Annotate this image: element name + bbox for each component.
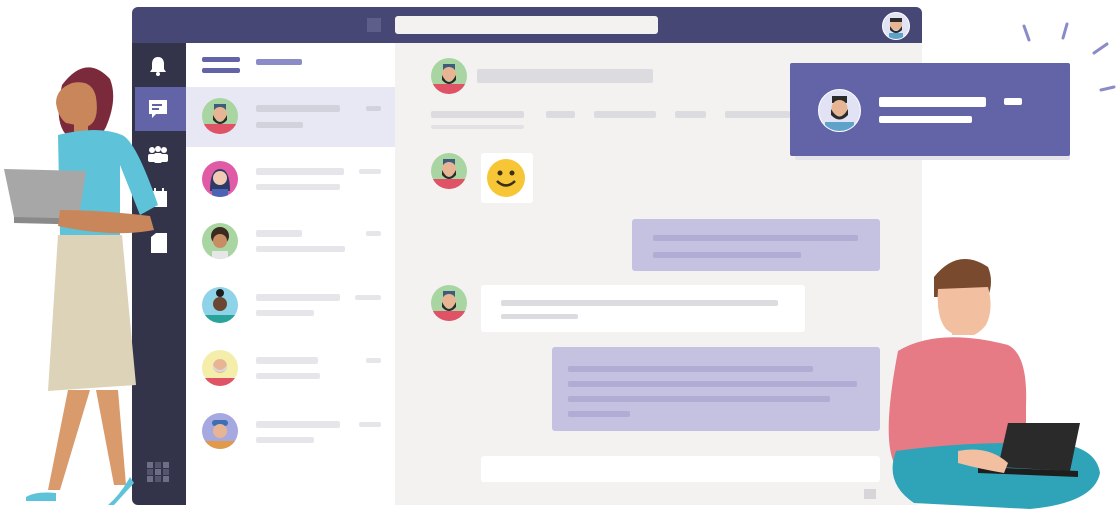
message-bubble-outgoing — [632, 219, 880, 271]
man-with-laptop-illustration — [888, 259, 1100, 509]
curly-hair-avatar — [202, 223, 238, 259]
list-header-tab-underline — [202, 68, 240, 73]
cap-man-avatar — [202, 413, 238, 449]
list-item-preview — [256, 246, 345, 252]
message-text-line — [501, 314, 578, 319]
list-item-preview — [256, 310, 314, 316]
message-bubble-incoming — [481, 285, 805, 332]
list-item-time — [366, 106, 381, 111]
notification-time — [1004, 98, 1022, 105]
list-item-preview — [256, 184, 340, 190]
list-item-name — [256, 357, 318, 364]
send-icon[interactable] — [864, 489, 876, 499]
tab-item[interactable] — [725, 111, 790, 118]
compose-message-input[interactable] — [481, 456, 880, 482]
profile-avatar[interactable] — [882, 12, 910, 40]
message-text-line — [653, 252, 801, 258]
list-item-name — [256, 168, 344, 175]
message-text-line — [568, 396, 830, 402]
list-item-name — [256, 421, 340, 428]
nav-arrows-icon[interactable] — [367, 18, 381, 32]
conversation-title — [477, 69, 653, 83]
message-text-line — [653, 235, 858, 241]
list-item-preview — [256, 373, 320, 379]
list-item-time — [355, 295, 381, 300]
list-item-time — [359, 422, 381, 427]
message-avatar — [431, 285, 467, 321]
woman-with-laptop-illustration — [4, 67, 158, 505]
tab-item[interactable] — [594, 111, 656, 118]
smiley-emoji-icon — [486, 158, 526, 198]
list-item-name — [256, 294, 340, 301]
message-text-line — [568, 381, 857, 387]
woman-avatar-bun — [202, 287, 238, 323]
bearded-man-avatar — [202, 98, 238, 134]
conversation-header-avatar — [431, 58, 467, 94]
message-text-line — [568, 411, 630, 417]
list-item-preview — [256, 437, 314, 443]
list-item-name — [256, 230, 302, 237]
list-item-time — [366, 231, 381, 236]
notification-preview — [879, 116, 972, 123]
list-item-name — [256, 105, 340, 112]
tab-files[interactable] — [546, 111, 575, 118]
notification-avatar — [818, 89, 861, 132]
list-item-preview — [256, 122, 303, 128]
list-header-tab-active[interactable] — [202, 57, 240, 62]
message-text-line — [501, 300, 778, 306]
list-item-time — [366, 358, 381, 363]
message-text-line — [568, 366, 813, 372]
tab-chat[interactable] — [431, 111, 524, 118]
tab-item[interactable] — [675, 111, 706, 118]
message-bubble-outgoing — [552, 347, 880, 431]
tab-underline — [431, 125, 524, 129]
search-input[interactable] — [395, 16, 658, 34]
woman-avatar-pink — [202, 161, 238, 197]
list-header-tab[interactable] — [256, 59, 302, 65]
notification-sender — [879, 97, 986, 107]
list-item-time — [359, 169, 381, 174]
old-man-avatar — [202, 350, 238, 386]
message-avatar — [431, 153, 467, 189]
sparkle-decoration — [1022, 22, 1116, 92]
